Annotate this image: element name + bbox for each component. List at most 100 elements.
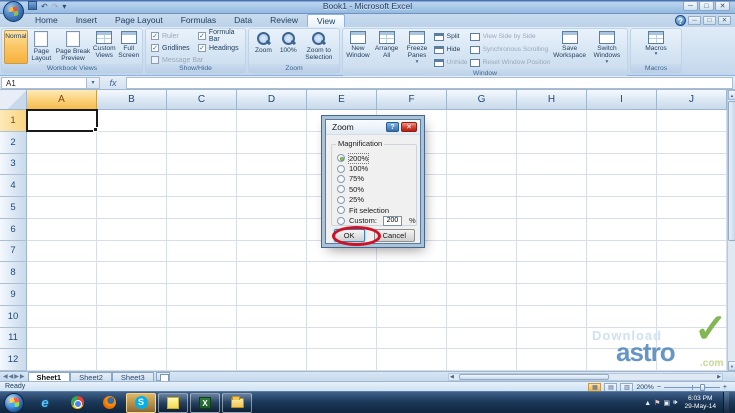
taskbar-firefox[interactable]: [94, 393, 124, 413]
cell-J6[interactable]: [657, 218, 727, 241]
cell-G7[interactable]: [447, 240, 517, 263]
checkbox-message-bar[interactable]: Message Bar: [151, 54, 203, 66]
button-page-break-preview[interactable]: Page Break Preview: [55, 30, 91, 64]
cell-B9[interactable]: [97, 284, 167, 306]
cell-J4[interactable]: [657, 175, 727, 197]
row-header-3[interactable]: 3: [0, 153, 27, 176]
button-macros[interactable]: Macros ▾: [639, 30, 673, 64]
cell-E8[interactable]: [307, 262, 377, 284]
cell-B1[interactable]: [97, 110, 167, 132]
cell-G10[interactable]: [447, 305, 517, 328]
name-box[interactable]: A1: [1, 76, 87, 89]
button-view-side-by-side[interactable]: View Side by Side: [469, 30, 551, 43]
prev-sheet-button[interactable]: ◀: [9, 373, 14, 380]
tray-network-icon[interactable]: ▣: [663, 399, 670, 407]
cell-I9[interactable]: [587, 284, 657, 306]
cell-I7[interactable]: [587, 240, 657, 263]
button-100-percent[interactable]: 100%: [277, 30, 300, 64]
button-save-workspace[interactable]: Save Workspace: [552, 30, 586, 69]
row-header-8[interactable]: 8: [0, 262, 27, 284]
cell-D8[interactable]: [237, 262, 307, 284]
cell-E10[interactable]: [307, 305, 377, 328]
cell-D9[interactable]: [237, 284, 307, 306]
cell-F12[interactable]: [377, 349, 447, 371]
tab-data[interactable]: Data: [225, 14, 261, 27]
cell-G11[interactable]: [447, 327, 517, 350]
dialog-title-bar[interactable]: Zoom ? ✕: [326, 120, 420, 135]
next-sheet-button[interactable]: ▶: [14, 373, 19, 380]
tray-expand-icon[interactable]: ▲: [644, 400, 651, 407]
checkbox-ruler[interactable]: ✓ Ruler: [151, 30, 203, 42]
cell-C10[interactable]: [167, 305, 237, 328]
cell-D7[interactable]: [237, 240, 307, 263]
cell-A6[interactable]: [27, 218, 97, 241]
cell-F11[interactable]: [377, 327, 447, 350]
cell-H7[interactable]: [517, 240, 587, 263]
cell-A3[interactable]: [27, 153, 97, 176]
dialog-help-button[interactable]: ?: [386, 122, 399, 132]
name-box-dropdown[interactable]: ▾: [87, 76, 100, 89]
office-button[interactable]: [3, 1, 24, 22]
cell-G1[interactable]: [447, 110, 517, 132]
taskbar-internet-explorer[interactable]: e: [30, 393, 60, 413]
cell-C12[interactable]: [167, 349, 237, 371]
button-freeze-panes[interactable]: Freeze Panes ▾: [402, 30, 431, 69]
first-sheet-button[interactable]: ◀: [3, 373, 8, 380]
cell-B6[interactable]: [97, 218, 167, 241]
cell-C9[interactable]: [167, 284, 237, 306]
cell-B11[interactable]: [97, 327, 167, 350]
vertical-scroll-thumb[interactable]: [728, 101, 735, 241]
cell-A12[interactable]: [27, 349, 97, 371]
cell-I3[interactable]: [587, 153, 657, 176]
cell-H8[interactable]: [517, 262, 587, 284]
cell-J11[interactable]: [657, 327, 727, 350]
cell-H12[interactable]: [517, 349, 587, 371]
cell-H5[interactable]: [517, 197, 587, 219]
scroll-left-icon[interactable]: ◀: [450, 374, 454, 381]
cell-A4[interactable]: [27, 175, 97, 197]
cell-F8[interactable]: [377, 262, 447, 284]
last-sheet-button[interactable]: ▶: [20, 373, 25, 380]
insert-worksheet-button[interactable]: [155, 372, 170, 382]
row-header-9[interactable]: 9: [0, 284, 27, 306]
cell-D2[interactable]: [237, 131, 307, 154]
button-unhide[interactable]: Unhide: [433, 56, 468, 69]
cell-J8[interactable]: [657, 262, 727, 284]
radio-custom-[interactable]: Custom:%: [337, 215, 416, 226]
horizontal-scrollbar[interactable]: ◀ ▶: [448, 373, 723, 381]
workbook-close-button[interactable]: ✕: [718, 16, 731, 25]
cell-G3[interactable]: [447, 153, 517, 176]
cell-J3[interactable]: [657, 153, 727, 176]
taskbar-sticky-notes[interactable]: [158, 392, 188, 413]
restore-button[interactable]: □: [699, 1, 714, 11]
taskbar-skype[interactable]: S: [126, 392, 156, 413]
column-header-J[interactable]: J: [657, 90, 727, 110]
cell-J2[interactable]: [657, 131, 727, 154]
button-zoom[interactable]: Zoom: [251, 30, 276, 64]
column-header-H[interactable]: H: [517, 90, 587, 110]
cell-G4[interactable]: [447, 175, 517, 197]
taskbar-chrome[interactable]: [62, 393, 92, 413]
help-button[interactable]: ?: [675, 15, 686, 26]
column-header-F[interactable]: F: [377, 90, 447, 110]
button-synchronous-scrolling[interactable]: Synchronous Scrolling: [469, 43, 551, 56]
cell-I4[interactable]: [587, 175, 657, 197]
cell-D11[interactable]: [237, 327, 307, 350]
row-header-5[interactable]: 5: [0, 197, 27, 219]
tray-flag-icon[interactable]: ⚑: [654, 399, 660, 407]
formula-input[interactable]: [126, 76, 733, 89]
row-header-7[interactable]: 7: [0, 240, 27, 263]
cell-B7[interactable]: [97, 240, 167, 263]
cell-E12[interactable]: [307, 349, 377, 371]
column-header-D[interactable]: D: [237, 90, 307, 110]
cell-H10[interactable]: [517, 305, 587, 328]
button-page-layout[interactable]: Page Layout: [29, 30, 54, 64]
tab-insert[interactable]: Insert: [67, 14, 106, 27]
column-header-B[interactable]: B: [97, 90, 167, 110]
cell-G6[interactable]: [447, 218, 517, 241]
cell-H2[interactable]: [517, 131, 587, 154]
cell-H4[interactable]: [517, 175, 587, 197]
cell-H1[interactable]: [517, 110, 587, 132]
cell-B3[interactable]: [97, 153, 167, 176]
checkbox-gridlines[interactable]: ✓ Gridlines: [151, 42, 203, 54]
